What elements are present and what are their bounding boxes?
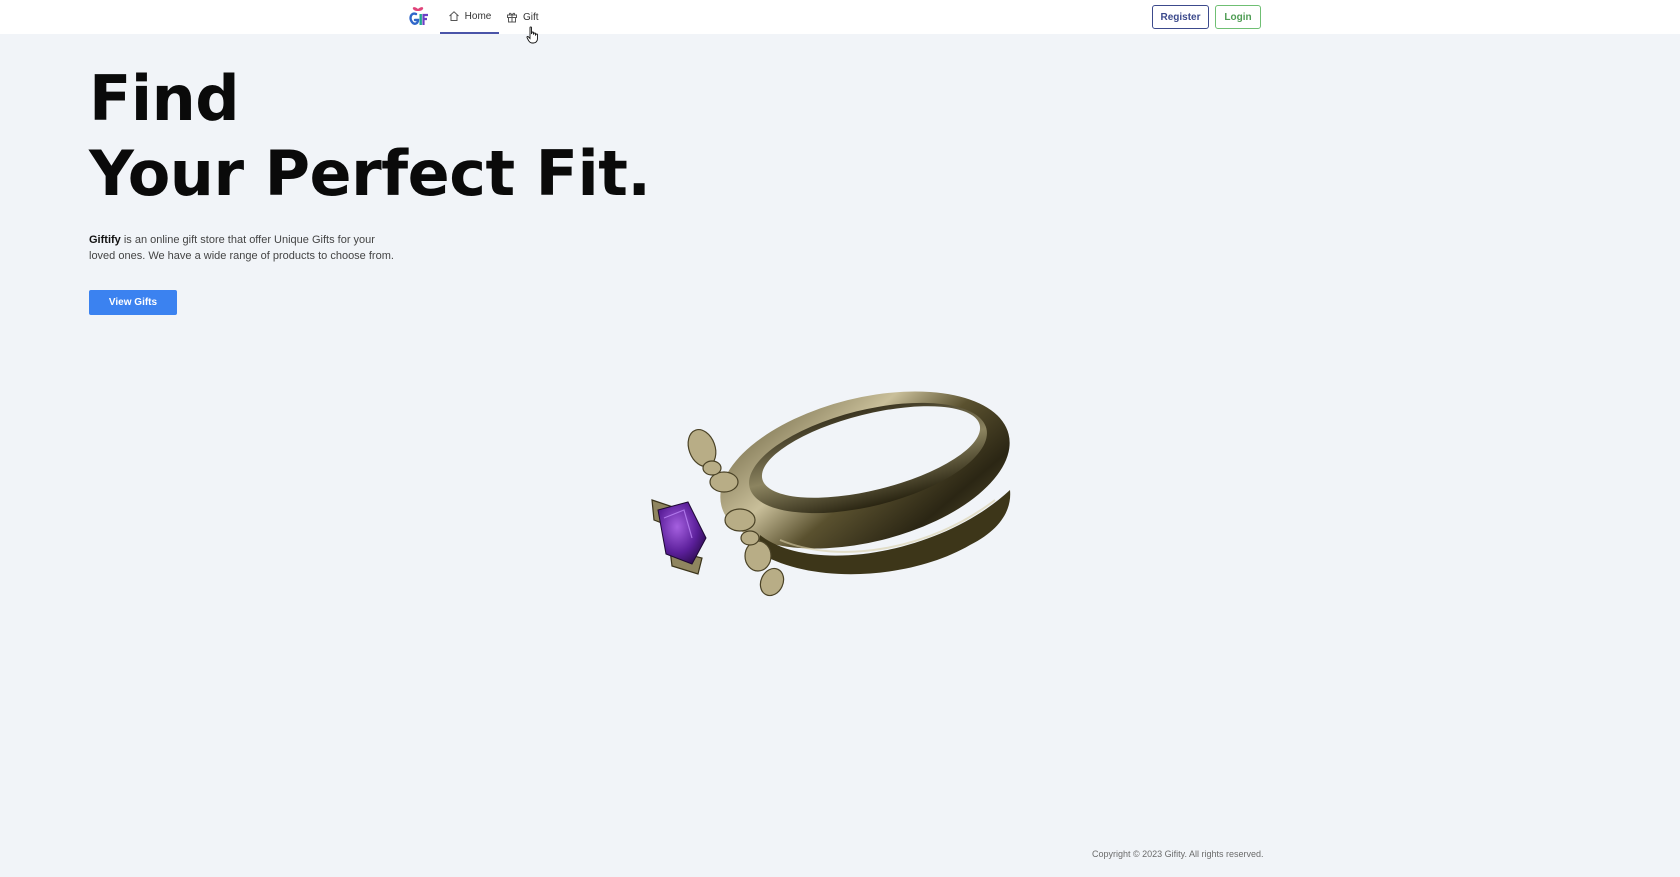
giftify-logo[interactable] xyxy=(406,6,430,28)
ring-3d-model[interactable] xyxy=(640,360,1030,640)
register-button[interactable]: Register xyxy=(1152,5,1209,29)
nav-home[interactable]: Home xyxy=(440,0,499,34)
gift-icon xyxy=(506,11,518,23)
copyright-text: Copyright © 2023 Gifity. All rights rese… xyxy=(1092,849,1264,859)
description-text: is an online gift store that offer Uniqu… xyxy=(89,234,394,262)
nav-home-label: Home xyxy=(464,10,492,22)
login-button[interactable]: Login xyxy=(1215,5,1261,29)
home-icon xyxy=(448,10,460,22)
hand-cursor-icon xyxy=(526,26,540,44)
nav-gift-label: Gift xyxy=(523,11,539,23)
view-gifts-button[interactable]: View Gifts xyxy=(89,290,177,315)
top-navbar: Home Gift Register Login xyxy=(0,0,1680,34)
brand-name: Giftify xyxy=(89,234,121,246)
hero-heading-line-2: Your Perfect Fit. xyxy=(89,137,651,210)
hero-description: Giftify is an online gift store that off… xyxy=(89,232,399,264)
hero-heading-line-1: Find xyxy=(89,62,240,135)
